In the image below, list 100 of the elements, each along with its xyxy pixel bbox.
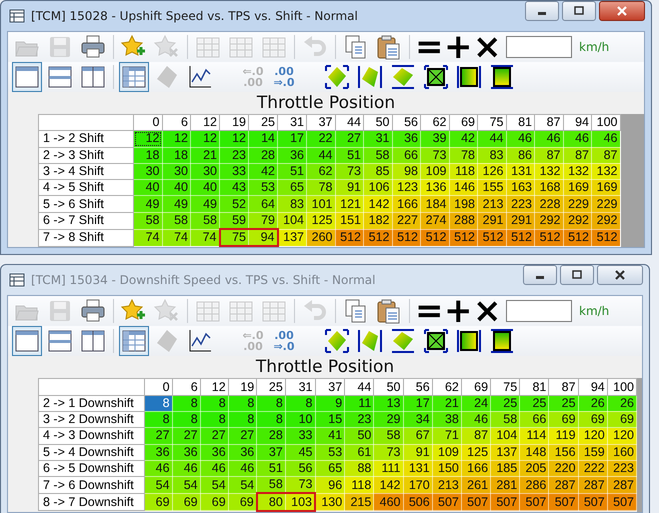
table-cell[interactable]: 29 <box>374 411 404 428</box>
table-cell[interactable]: 156 <box>548 444 578 460</box>
table-cell[interactable]: 146 <box>449 180 478 196</box>
table-cell[interactable]: 50 <box>344 428 374 444</box>
table-cell[interactable]: 26 <box>607 395 636 412</box>
table-cell[interactable]: 73 <box>335 163 364 180</box>
table-cell[interactable]: 49 <box>190 196 220 212</box>
table-cell[interactable]: 166 <box>392 196 420 212</box>
table-cell[interactable]: 150 <box>432 460 462 477</box>
table-cell[interactable]: 12 <box>162 130 190 148</box>
table-cell[interactable]: 87 <box>461 428 491 444</box>
table-cell[interactable]: 44 <box>306 147 335 164</box>
table-cell[interactable]: 44 <box>478 130 506 148</box>
table-cell[interactable]: 8 <box>228 411 257 428</box>
table-cell[interactable]: 73 <box>420 147 449 164</box>
table-cell[interactable]: 66 <box>520 411 549 428</box>
table-cell[interactable]: 74 <box>134 229 162 246</box>
table-cell[interactable]: 24 <box>461 395 491 412</box>
table-cell[interactable]: 25 <box>520 395 549 412</box>
table-cell[interactable]: 512 <box>392 229 420 246</box>
table-cell[interactable]: 58 <box>490 411 520 428</box>
table-cell[interactable]: 8 <box>144 411 172 428</box>
table-cell[interactable]: 132 <box>534 163 563 180</box>
table-cell[interactable]: 507 <box>461 493 491 511</box>
table-cell[interactable]: 512 <box>420 229 449 246</box>
table-cell[interactable]: 291 <box>478 212 506 230</box>
table-cell[interactable]: 229 <box>563 196 592 212</box>
table-cell[interactable]: 120 <box>578 428 608 444</box>
table-cell[interactable]: 85 <box>364 163 392 180</box>
table-cell[interactable]: 54 <box>144 476 172 494</box>
table-cell[interactable]: 26 <box>578 395 608 412</box>
table-cell[interactable]: 223 <box>506 196 534 212</box>
table-cell[interactable]: 49 <box>134 196 162 212</box>
table-cell[interactable]: 512 <box>478 229 506 246</box>
table-cell[interactable]: 78 <box>449 147 478 164</box>
table-cell[interactable]: 292 <box>534 212 563 230</box>
table-cell[interactable]: 18 <box>134 147 162 164</box>
table-cell[interactable]: 8 <box>228 395 257 412</box>
single-pane-icon[interactable] <box>12 62 42 92</box>
table-cell[interactable]: 17 <box>278 130 306 148</box>
table-cell[interactable]: 54 <box>200 476 228 494</box>
table-cell[interactable]: 87 <box>563 147 592 164</box>
plus-button[interactable]: + <box>444 297 470 326</box>
table-cell[interactable]: 121 <box>335 196 364 212</box>
table-cell[interactable]: 213 <box>432 476 462 494</box>
table-cell[interactable]: 40 <box>162 180 190 196</box>
table-cell[interactable]: 160 <box>607 444 636 460</box>
table-cell[interactable]: 126 <box>478 163 506 180</box>
table-cell[interactable]: 125 <box>306 212 335 230</box>
table-cell[interactable]: 8 <box>256 395 286 412</box>
table-cell[interactable]: 58 <box>134 212 162 230</box>
table-cell[interactable]: 131 <box>403 460 432 477</box>
table-cell[interactable]: 136 <box>420 180 449 196</box>
table-cell[interactable]: 163 <box>506 180 534 196</box>
table-cell[interactable]: 8 <box>172 411 200 428</box>
table-cell[interactable]: 36 <box>144 444 172 460</box>
table-cell[interactable]: 111 <box>374 460 404 477</box>
table-cell[interactable]: 64 <box>248 196 278 212</box>
table-cell[interactable]: 15 <box>315 411 345 428</box>
table-cell[interactable]: 74 <box>190 229 220 246</box>
table-cell[interactable]: 52 <box>220 196 248 212</box>
table-cell[interactable]: 49 <box>162 196 190 212</box>
table-cell[interactable]: 512 <box>449 229 478 246</box>
table-cell[interactable]: 227 <box>392 212 420 230</box>
table-cell[interactable]: 229 <box>592 196 620 212</box>
table-cell[interactable]: 86 <box>506 147 534 164</box>
table-cell[interactable]: 83 <box>278 196 306 212</box>
table-cell[interactable]: 8 <box>144 395 172 412</box>
table-cell[interactable]: 36 <box>228 444 257 460</box>
table-cell[interactable]: 42 <box>248 163 278 180</box>
table-cell[interactable]: 53 <box>315 444 345 460</box>
table-cell[interactable]: 21 <box>190 147 220 164</box>
multiply-button[interactable]: × <box>473 297 499 326</box>
value-field[interactable] <box>506 36 572 58</box>
value-field[interactable] <box>506 300 572 322</box>
table-cell[interactable]: 166 <box>461 460 491 477</box>
table-cell[interactable]: 512 <box>534 229 563 246</box>
table-cell[interactable]: 106 <box>364 180 392 196</box>
table-cell[interactable]: 21 <box>432 395 462 412</box>
table-cell[interactable]: 53 <box>248 180 278 196</box>
multiply-button[interactable]: × <box>473 33 499 61</box>
table-cell[interactable]: 287 <box>578 476 608 494</box>
table-cell[interactable]: 36 <box>172 444 200 460</box>
table-cell[interactable]: 12 <box>134 130 162 148</box>
table-cell[interactable]: 288 <box>449 212 478 230</box>
table-cell[interactable]: 69 <box>578 411 608 428</box>
table-cell[interactable]: 46 <box>534 130 563 148</box>
table-cell[interactable]: 12 <box>190 130 220 148</box>
table-cell[interactable]: 51 <box>256 460 286 477</box>
table-cell[interactable]: 101 <box>306 196 335 212</box>
table-cell[interactable]: 78 <box>306 180 335 196</box>
table-cell[interactable]: 142 <box>374 476 404 494</box>
table-cell[interactable]: 131 <box>506 163 534 180</box>
table-cell[interactable]: 261 <box>461 476 491 494</box>
table-cell[interactable]: 46 <box>461 411 491 428</box>
single-pane-icon[interactable] <box>12 326 42 356</box>
table-cell[interactable]: 45 <box>285 444 315 460</box>
table-cell[interactable]: 185 <box>490 460 520 477</box>
table-cell[interactable]: 58 <box>162 212 190 230</box>
table-cell[interactable]: 33 <box>285 428 315 444</box>
